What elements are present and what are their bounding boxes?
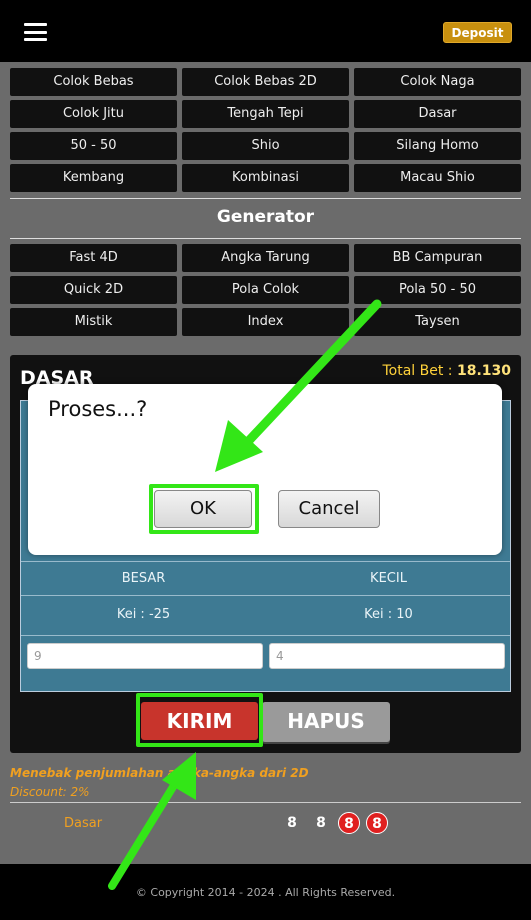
gen-taysen[interactable]: Taysen [354, 308, 521, 336]
generator-grid: Fast 4D Angka Tarung BB Campuran Quick 2… [10, 244, 521, 340]
game-shio[interactable]: Shio [182, 132, 349, 160]
besar-kei: Kei : -25 [116, 607, 171, 622]
result-number: 8 [287, 815, 297, 831]
game-kombinasi[interactable]: Kombinasi [182, 164, 349, 192]
gen-bb-campuran[interactable]: BB Campuran [354, 244, 521, 272]
game-50-50[interactable]: 50 - 50 [10, 132, 177, 160]
game-kembang[interactable]: Kembang [10, 164, 177, 192]
footer: © Copyright 2014 - 2024 . All Rights Res… [0, 864, 531, 920]
hapus-button[interactable]: HAPUS [262, 702, 390, 742]
dialog-message: Proses...? [48, 397, 148, 421]
result-number-highlight: 8 [338, 812, 360, 834]
total-bet: Total Bet : 18.130 [382, 363, 511, 379]
divider [10, 198, 521, 199]
game-tengah-tepi[interactable]: Tengah Tepi [182, 100, 349, 128]
hamburger-menu-icon[interactable] [24, 23, 47, 41]
top-bar: Deposit [0, 0, 531, 62]
besar-input[interactable]: 9 [27, 643, 263, 669]
kecil-kei: Kei : 10 [364, 607, 413, 622]
gen-angka-tarung[interactable]: Angka Tarung [182, 244, 349, 272]
divider [10, 238, 521, 239]
divider [21, 635, 510, 636]
game-colok-bebas-2d[interactable]: Colok Bebas 2D [182, 68, 349, 96]
gen-quick-2d[interactable]: Quick 2D [10, 276, 177, 304]
generator-title: Generator [216, 207, 315, 227]
divider [10, 802, 521, 803]
game-colok-naga[interactable]: Colok Naga [354, 68, 521, 96]
result-number: 8 [316, 815, 326, 831]
gen-index[interactable]: Index [182, 308, 349, 336]
game-description: Menebak penjumlahan angka-angka dari 2D [10, 766, 309, 780]
gen-pola-colok[interactable]: Pola Colok [182, 276, 349, 304]
divider [21, 561, 510, 562]
total-bet-label: Total Bet : [382, 363, 453, 379]
discount-text: Discount: 2% [10, 785, 90, 799]
gen-mistik[interactable]: Mistik [10, 308, 177, 336]
game-colok-jitu[interactable]: Colok Jitu [10, 100, 177, 128]
confirm-dialog: Proses...? OK Cancel [28, 384, 502, 555]
game-macau-shio[interactable]: Macau Shio [354, 164, 521, 192]
game-type-grid: Colok Bebas Colok Bebas 2D Colok Naga Co… [10, 68, 521, 196]
game-colok-bebas[interactable]: Colok Bebas [10, 68, 177, 96]
gen-pola-50-50[interactable]: Pola 50 - 50 [354, 276, 521, 304]
deposit-button[interactable]: Deposit [443, 22, 512, 43]
cancel-button[interactable]: Cancel [278, 490, 380, 528]
result-label: Dasar [64, 816, 103, 831]
total-bet-value: 18.130 [456, 363, 511, 379]
result-number-highlight: 8 [366, 812, 388, 834]
kecil-label: KECIL [370, 571, 407, 586]
game-dasar[interactable]: Dasar [354, 100, 521, 128]
kirim-button[interactable]: KIRIM [141, 702, 258, 740]
ok-button[interactable]: OK [154, 490, 252, 528]
kecil-input[interactable]: 4 [269, 643, 505, 669]
game-silang-homo[interactable]: Silang Homo [354, 132, 521, 160]
besar-label: BESAR [121, 571, 166, 586]
divider [21, 595, 510, 596]
gen-fast-4d[interactable]: Fast 4D [10, 244, 177, 272]
